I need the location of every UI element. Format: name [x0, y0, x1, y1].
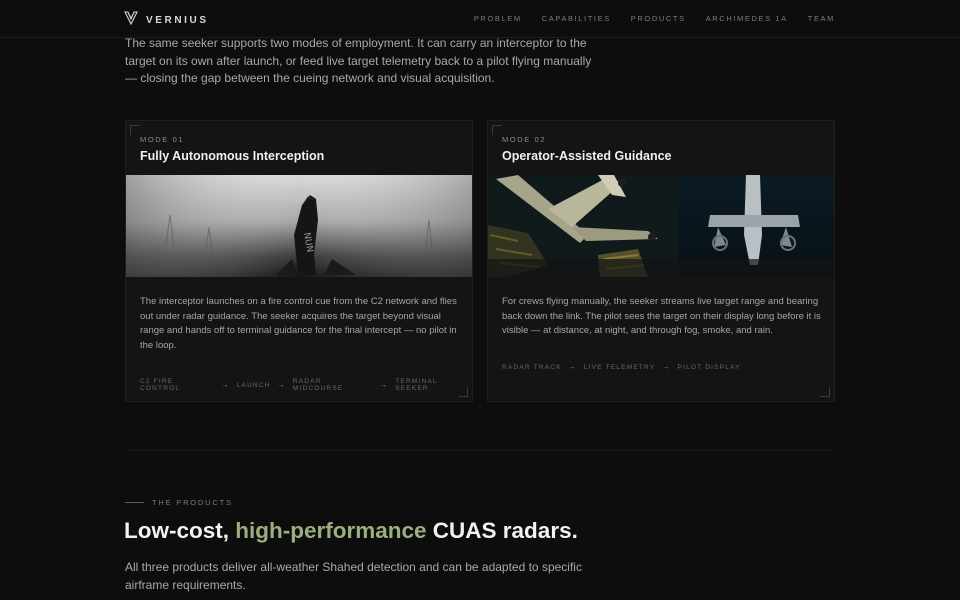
corner-bracket-icon [492, 125, 502, 135]
mode-flow: C2 FIRE CONTROL → LAUNCH → RADAR MIDCOUR… [140, 378, 472, 392]
top-nav: VERNIUS PROBLEM CAPABILITIES PRODUCTS AR… [0, 0, 960, 38]
headline-end: CUAS radars. [426, 518, 578, 543]
flow-step: LIVE TELEMETRY [583, 364, 656, 371]
products-subtitle: All three products deliver all-weather S… [125, 560, 582, 592]
corner-bracket-icon [130, 125, 140, 135]
mode-description: For crews flying manually, the seeker st… [502, 296, 821, 337]
nav-links: PROBLEM CAPABILITIES PRODUCTS ARCHIMEDES… [474, 14, 835, 23]
headline-start: Low-cost, [124, 518, 236, 543]
arrow-right-icon: → [221, 381, 230, 389]
products-eyebrow: THE PRODUCTS [125, 498, 233, 507]
flow-step: RADAR MIDCOURSE [292, 378, 344, 392]
intro-paragraph: The same seeker supports two modes of em… [125, 36, 592, 85]
nav-link-capabilities[interactable]: CAPABILITIES [542, 14, 611, 23]
arrow-right-icon: → [277, 381, 286, 389]
vernius-logo-icon [124, 11, 138, 30]
drone-operator-image [488, 175, 834, 277]
mode-description: The interceptor launches on a fire contr… [140, 296, 457, 352]
flow-step: C2 FIRE CONTROL [140, 378, 181, 392]
brand-name: VERNIUS [146, 15, 209, 26]
arrow-right-icon: → [568, 364, 577, 371]
mode-label: MODE 02 [502, 135, 547, 144]
corner-bracket-icon [820, 387, 830, 397]
nav-link-team[interactable]: TEAM [808, 14, 835, 23]
brand-logo[interactable]: VERNIUS [124, 11, 209, 30]
headline-accent: high-performance [235, 518, 427, 543]
section-divider [125, 450, 835, 451]
mode-title: Operator-Assisted Guidance [502, 149, 672, 163]
eyebrow-line [125, 502, 144, 503]
products-headline: Low-cost, high-performance CUAS radars. [124, 518, 578, 544]
flow-step: PILOT DISPLAY [677, 364, 741, 371]
nav-link-products[interactable]: PRODUCTS [631, 14, 686, 23]
mode-label: MODE 01 [140, 135, 185, 144]
mode-flow: RADAR TRACK → LIVE TELEMETRY → PILOT DIS… [502, 364, 741, 371]
flow-step: RADAR TRACK [502, 364, 562, 371]
nav-link-archimedes[interactable]: ARCHIMEDES 1A [706, 14, 788, 23]
flow-step: LAUNCH [236, 381, 271, 389]
mode-card-autonomous: MODE 01 Fully Autonomous Interception NU… [125, 120, 473, 402]
mode-card-operator: MODE 02 Operator-Assisted Guidance For c… [487, 120, 835, 402]
mode-title: Fully Autonomous Interception [140, 149, 325, 163]
eyebrow-label: THE PRODUCTS [152, 498, 233, 507]
arrow-right-icon: → [380, 381, 389, 389]
interceptor-launch-image: NUN [126, 175, 472, 277]
nav-link-problem[interactable]: PROBLEM [474, 14, 522, 23]
corner-bracket-icon [458, 387, 468, 397]
arrow-right-icon: → [662, 364, 671, 371]
